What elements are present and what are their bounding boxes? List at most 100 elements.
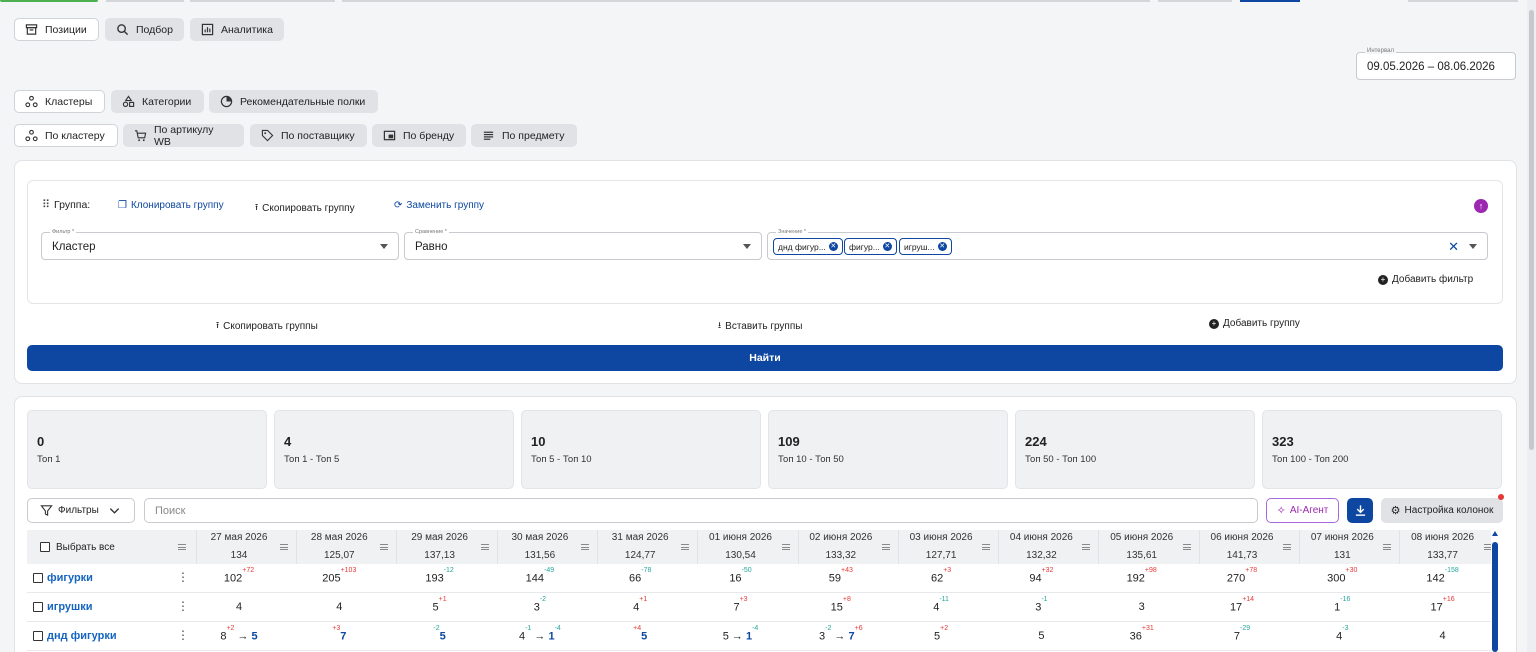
column-settings-button[interactable]: ⚙ Настройка колонок	[1381, 498, 1503, 523]
filter-select[interactable]: Фильтр * Кластер	[41, 229, 399, 260]
date-column-header[interactable]: 08 июня 2026 133,77	[1401, 530, 1491, 564]
column-menu-icon[interactable]	[681, 544, 690, 550]
arrow-up-icon[interactable]: ↑	[1474, 199, 1488, 213]
table-scrollbar[interactable]	[1492, 542, 1498, 652]
column-menu-icon[interactable]	[280, 544, 288, 550]
tab-positions[interactable]: Позиции	[14, 18, 99, 41]
table-row[interactable]: днд фигурки ⋮ 8+2 → 5 +37 -25 4-1 → 1-4 +45 5 →…	[27, 622, 1491, 651]
stat-card-top1[interactable]: 0 Топ 1	[27, 410, 267, 489]
chip-remove-icon[interactable]: ✕	[937, 242, 947, 251]
stat-range: Топ 10 - Топ 50	[778, 454, 844, 465]
column-menu-icon[interactable]	[1483, 544, 1491, 550]
stat-range: Топ 50 - Топ 100	[1025, 454, 1097, 465]
date-column-header[interactable]: 02 июня 2026 133,32	[799, 530, 899, 564]
ai-agent-button[interactable]: ✧ AI-Агент	[1266, 498, 1339, 523]
stat-card-top10[interactable]: 10 Топ 5 - Топ 10	[521, 410, 761, 489]
date-column-header[interactable]: 30 мая 2026 131,56	[498, 530, 598, 564]
paste-groups-label: Вставить группы	[725, 320, 803, 332]
column-menu-icon[interactable]	[380, 544, 389, 550]
tab-categories[interactable]: Категории	[111, 90, 204, 113]
stat-card-top100[interactable]: 224 Топ 50 - Топ 100	[1015, 410, 1255, 489]
more-vert-icon[interactable]: ⋮	[177, 629, 189, 641]
value-chip[interactable]: днд фигур... ✕	[773, 238, 843, 255]
add-filter-button[interactable]: + Добавить фильтр	[1378, 274, 1473, 285]
replace-group-button[interactable]: ⟳ Заменить группу	[394, 200, 484, 211]
value-multiselect[interactable]: Значение * днд фигур... ✕ фигур... ✕ игр…	[767, 229, 1488, 260]
date-column-header[interactable]: 29 мая 2026 137,13	[398, 530, 498, 564]
more-vert-icon[interactable]: ⋮	[177, 571, 189, 583]
column-menu-icon[interactable]	[982, 544, 991, 550]
tab-by-subject[interactable]: По предмету	[471, 124, 577, 147]
tab-by-article-wb[interactable]: По артикулу WB	[123, 124, 244, 148]
copy-groups-label: Скопировать группы	[223, 320, 318, 332]
column-menu-icon[interactable]	[178, 544, 186, 550]
stat-card-top5[interactable]: 4 Топ 1 - Топ 5	[274, 410, 514, 489]
row-cluster-name[interactable]: игрушки	[47, 601, 92, 613]
column-menu-icon[interactable]	[1182, 544, 1191, 550]
tab-by-brand[interactable]: По бренду	[372, 124, 466, 147]
compare-select[interactable]: Сравнение * Равно	[404, 229, 762, 260]
cell-delta: +3	[332, 625, 341, 632]
cell-value: 7	[1233, 630, 1240, 643]
date-column-header[interactable]: 04 июня 2026 132,32	[999, 530, 1100, 564]
interval-picker[interactable]: Интервал 09.05.2026 – 08.06.2026	[1356, 48, 1516, 80]
date-column-header[interactable]: 05 июня 2026 135,61	[1100, 530, 1200, 564]
tab-selection[interactable]: Подбор	[105, 18, 184, 41]
row-checkbox[interactable]	[33, 631, 43, 641]
table-row[interactable]: фигурки ⋮ 102+72 205+103 193-12 144-49 66-78 16…	[27, 564, 1491, 593]
tab-recommendation-shelves[interactable]: Рекомендательные полки	[209, 90, 378, 113]
date-column-header[interactable]: 31 мая 2026 124,77	[598, 530, 699, 564]
chip-remove-icon[interactable]: ✕	[828, 242, 838, 251]
filters-button[interactable]: Фильтры	[27, 498, 135, 523]
column-menu-icon[interactable]	[480, 544, 489, 550]
paste-groups-button[interactable]: ⭳ Вставить группы	[718, 318, 802, 334]
column-menu-icon[interactable]	[580, 544, 589, 550]
tab-clusters[interactable]: Кластеры	[14, 90, 105, 113]
more-vert-icon[interactable]: ⋮	[177, 600, 189, 612]
stat-card-top50[interactable]: 109 Топ 10 - Топ 50	[768, 410, 1008, 489]
scroll-up-icon[interactable]	[1492, 531, 1498, 536]
clone-group-button[interactable]: ❐ Клонировать группу	[118, 200, 224, 211]
tab-label: По поставщику	[281, 129, 355, 142]
copy-group-button[interactable]: ⭱ Скопировать группу	[255, 200, 355, 216]
column-avg-value: 131,56	[524, 550, 556, 561]
select-all-checkbox[interactable]	[40, 542, 50, 552]
date-column-header[interactable]: 27 мая 2026 134	[197, 530, 297, 564]
row-cluster-name[interactable]: фигурки	[47, 572, 93, 584]
column-menu-icon[interactable]	[1082, 544, 1091, 550]
date-column-header[interactable]: 03 июня 2026 127,71	[899, 530, 1000, 564]
tab-by-supplier[interactable]: По поставщику	[250, 124, 367, 147]
column-menu-icon[interactable]	[1383, 544, 1392, 550]
row-checkbox[interactable]	[33, 602, 43, 612]
page-scrollbar[interactable]	[1527, 0, 1536, 652]
find-button[interactable]: Найти	[27, 345, 1503, 371]
row-checkbox[interactable]	[33, 573, 43, 583]
upload-icon: ⭱	[255, 202, 259, 212]
value-chip[interactable]: фигур... ✕	[844, 238, 897, 255]
column-menu-icon[interactable]	[781, 544, 790, 550]
tab-by-cluster[interactable]: По кластеру	[14, 124, 118, 147]
stat-card-top200[interactable]: 323 Топ 100 - Топ 200	[1262, 410, 1502, 489]
stat-count: 10	[531, 434, 546, 449]
date-column-header[interactable]: 07 июня 2026 131	[1300, 530, 1401, 564]
column-menu-icon[interactable]	[1283, 544, 1291, 550]
table-row[interactable]: игрушки ⋮ 4 4 5+1 3-2 4+1 7+3 15+8 4-11 3-1 3 17+14 1…	[27, 593, 1491, 622]
date-column-header[interactable]: 06 июня 2026 141,73	[1200, 530, 1300, 564]
search-input[interactable]: Поиск	[144, 498, 1258, 523]
row-cluster-name[interactable]: днд фигурки	[47, 630, 117, 642]
copy-groups-button[interactable]: ⭱ Скопировать группы	[216, 318, 318, 334]
value-chip[interactable]: игруш... ✕	[899, 238, 952, 255]
date-column-header[interactable]: 28 мая 2026 125,07	[297, 530, 398, 564]
cell-delta: -49	[544, 567, 555, 574]
column-date: 01 июня 2026	[709, 532, 772, 543]
drag-handle-icon[interactable]: ⠿	[42, 199, 50, 211]
date-column-header[interactable]: 01 июня 2026 130,54	[699, 530, 799, 564]
cell-value: 4	[518, 630, 526, 643]
page-scrollbar-thumb[interactable]	[1529, 10, 1534, 450]
tab-analytics[interactable]: Аналитика	[190, 18, 284, 41]
download-button[interactable]	[1347, 498, 1373, 523]
chip-remove-icon[interactable]: ✕	[882, 242, 892, 251]
column-menu-icon[interactable]	[881, 544, 890, 550]
add-group-button[interactable]: + Добавить группу	[1209, 318, 1300, 329]
clear-icon[interactable]: ✕	[1448, 239, 1459, 255]
